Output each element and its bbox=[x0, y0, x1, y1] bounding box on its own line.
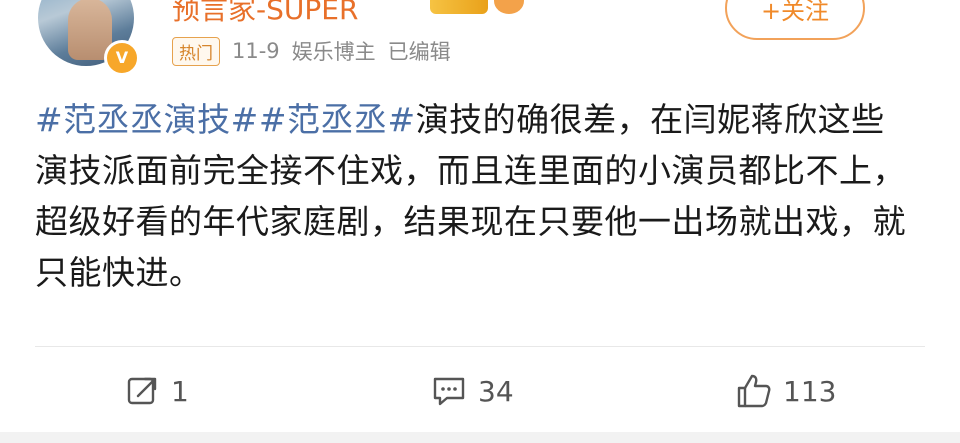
verified-badge-icon: V bbox=[104, 40, 140, 76]
hashtag-link[interactable]: #范丞丞# bbox=[259, 100, 416, 139]
hashtag-link[interactable]: #范丞丞演技# bbox=[35, 100, 259, 139]
divider bbox=[35, 346, 925, 347]
comment-icon bbox=[433, 377, 465, 406]
post-date: 11-9 bbox=[232, 39, 280, 63]
fan-badge-icon bbox=[494, 0, 524, 14]
share-icon bbox=[127, 377, 157, 405]
like-count: 113 bbox=[783, 374, 837, 408]
bottom-separator bbox=[0, 432, 960, 443]
edited-label: 已编辑 bbox=[387, 40, 451, 64]
share-count: 1 bbox=[171, 374, 189, 408]
comment-count: 34 bbox=[478, 374, 514, 408]
like-icon bbox=[737, 374, 771, 408]
user-category: 娱乐博主 bbox=[291, 40, 376, 64]
username[interactable]: 预言家-SUPER bbox=[172, 0, 358, 28]
hot-badge: 热门 bbox=[172, 36, 220, 66]
follow-button[interactable]: +关注 bbox=[725, 0, 865, 40]
post-content: #范丞丞演技##范丞丞#演技的确很差，在闫妮蒋欣这些演技派面前完全接不住戏，而且… bbox=[35, 94, 915, 298]
like-button[interactable]: 113 bbox=[735, 356, 836, 426]
comment-button[interactable]: 34 bbox=[430, 356, 514, 426]
action-bar: 1 34 113 bbox=[0, 356, 960, 426]
share-button[interactable]: 1 bbox=[125, 356, 189, 426]
post-meta: 热门 11-9 娱乐博主 已编辑 bbox=[172, 36, 451, 66]
vip-badge-icon bbox=[430, 0, 488, 14]
